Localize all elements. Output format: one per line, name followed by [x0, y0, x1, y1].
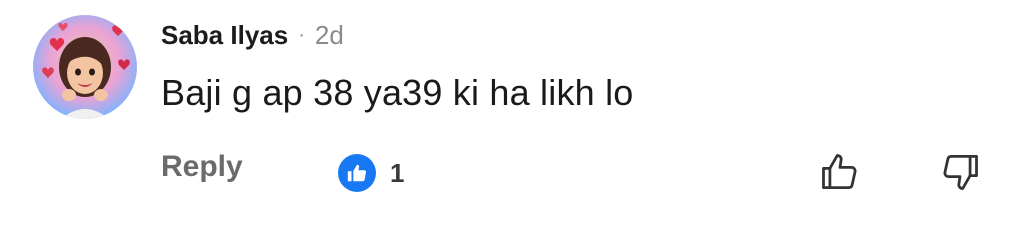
- author-name[interactable]: Saba Ilyas: [161, 20, 288, 51]
- comment: Saba Ilyas · 2d Baji g ap 38 ya39 ki ha …: [0, 0, 1024, 247]
- thumbs-up-badge-icon: [338, 154, 376, 192]
- upvote-button[interactable]: [816, 148, 864, 196]
- comment-text: Baji g ap 38 ya39 ki ha likh lo: [161, 72, 634, 113]
- timestamp: 2d: [314, 19, 344, 50]
- separator-dot: ·: [298, 23, 305, 46]
- thumbs-up-outline-icon: [822, 154, 857, 189]
- comment-header: Saba Ilyas · 2d: [161, 18, 344, 52]
- avatar-image: [42, 22, 130, 119]
- thumbs-down-outline-icon: [943, 155, 978, 190]
- reply-button[interactable]: Reply: [161, 150, 243, 184]
- avatar[interactable]: [33, 15, 137, 119]
- reaction-summary[interactable]: 1: [338, 154, 404, 192]
- reaction-count: 1: [390, 157, 405, 188]
- downvote-button[interactable]: [936, 148, 984, 196]
